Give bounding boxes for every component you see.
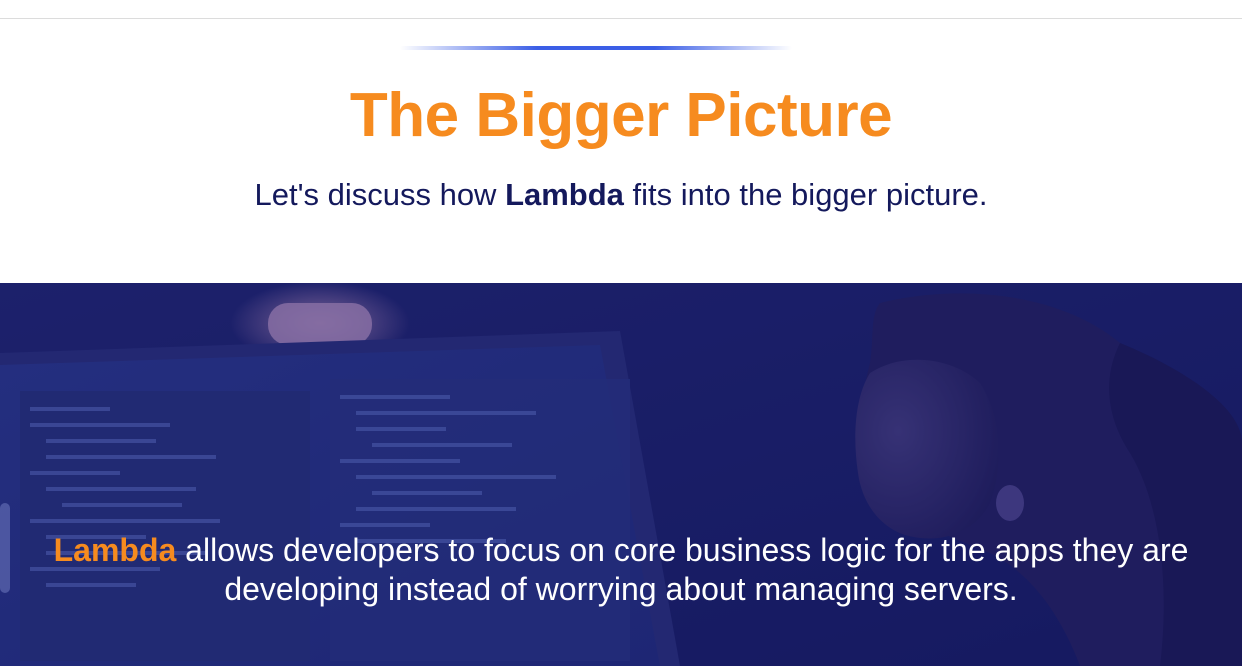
top-divider bbox=[0, 18, 1242, 19]
accent-line bbox=[400, 46, 792, 50]
banner-highlight: Lambda bbox=[53, 532, 177, 568]
banner-caption: Lambda allows developers to focus on cor… bbox=[40, 531, 1202, 609]
banner-body: allows developers to focus on core busin… bbox=[176, 532, 1189, 607]
page-subtitle: Let's discuss how Lambda fits into the b… bbox=[0, 174, 1242, 216]
subtitle-bold: Lambda bbox=[505, 177, 624, 212]
subtitle-suffix: fits into the bigger picture. bbox=[623, 177, 988, 212]
page-title: The Bigger Picture bbox=[349, 81, 893, 150]
subtitle-prefix: Let's discuss how bbox=[254, 177, 506, 212]
hero-banner: Lambda allows developers to focus on cor… bbox=[0, 283, 1242, 666]
